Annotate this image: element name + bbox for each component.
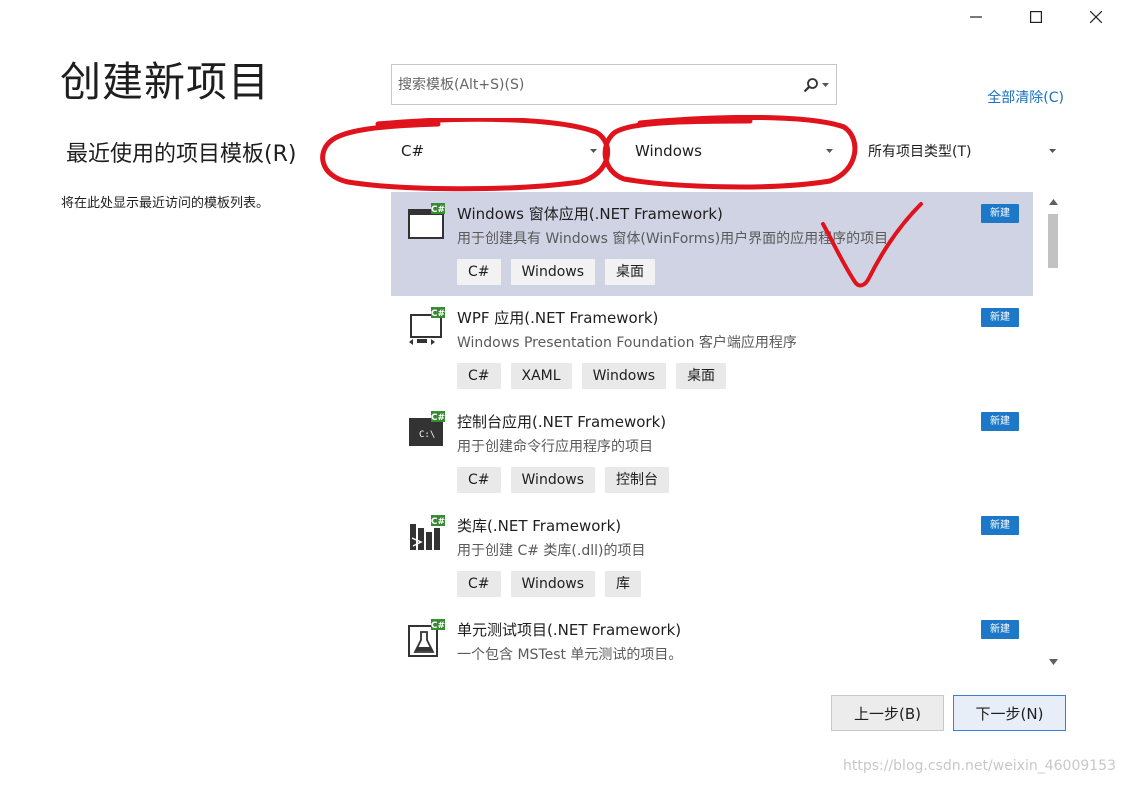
template-list[interactable]: C# Windows 窗体应用(.NET Framework) 用于创建具有 W…: [391, 192, 1033, 672]
template-tags: C# Windows 库: [457, 571, 1033, 597]
back-button[interactable]: 上一步(B): [831, 695, 944, 731]
recent-templates-heading: 最近使用的项目模板(R): [66, 142, 297, 167]
tag: XAML: [510, 363, 572, 389]
template-description: 用于创建 C# 类库(.dll)的项目: [457, 543, 646, 559]
search-options[interactable]: [796, 77, 836, 93]
watermark: https://blog.csdn.net/weixin_46009153: [842, 758, 1116, 774]
template-item-unit-test[interactable]: C# 单元测试项目(.NET Framework) 一个包含 MSTest 单元…: [391, 608, 1033, 672]
tag: 控制台: [605, 467, 670, 493]
winforms-app-icon: C#: [408, 203, 445, 239]
platform-filter-dropdown[interactable]: Windows: [625, 131, 843, 171]
tag: 库: [605, 571, 642, 597]
chevron-down-icon: [822, 82, 829, 87]
template-item-wpf[interactable]: C# WPF 应用(.NET Framework) Windows Presen…: [391, 296, 1033, 400]
chevron-down-icon: [589, 149, 597, 153]
svg-text:C#: C#: [431, 205, 445, 215]
scroll-down-button[interactable]: [1044, 654, 1062, 670]
svg-text:C#: C#: [431, 413, 445, 423]
svg-text:C#: C#: [431, 517, 445, 527]
template-description: Windows Presentation Foundation 客户端应用程序: [457, 335, 797, 351]
template-item-winforms[interactable]: C# Windows 窗体应用(.NET Framework) 用于创建具有 W…: [391, 192, 1033, 296]
chevron-down-icon: [825, 149, 833, 153]
template-description: 一个包含 MSTest 单元测试的项目。: [457, 647, 683, 663]
recent-templates-empty-text: 将在此处显示最近访问的模板列表。: [61, 196, 270, 211]
tag: 桌面: [605, 259, 656, 285]
platform-filter-value: Windows: [635, 142, 702, 160]
tag: Windows: [510, 571, 596, 597]
search-input[interactable]: [392, 65, 796, 104]
template-tags: C# XAML Windows 桌面: [457, 363, 1033, 389]
template-title: 控制台应用(.NET Framework): [457, 413, 667, 431]
unit-test-icon: C#: [408, 619, 445, 657]
svg-text:C:\: C:\: [419, 430, 435, 440]
template-description: 用于创建具有 Windows 窗体(WinForms)用户界面的应用程序的项目: [457, 231, 889, 247]
close-button[interactable]: [1066, 0, 1126, 34]
minimize-button[interactable]: [946, 0, 1006, 34]
tag: Windows: [510, 467, 596, 493]
tag: Windows: [510, 259, 596, 285]
new-badge: 新建: [981, 620, 1019, 639]
project-type-filter-value: 所有项目类型(T): [868, 144, 972, 160]
minimize-icon: [970, 16, 982, 18]
template-tags: C# Windows 桌面: [457, 259, 1033, 285]
template-item-console[interactable]: C:\ C# 控制台应用(.NET Framework) 用于创建命令行应用程序…: [391, 400, 1033, 504]
tag: 桌面: [676, 363, 727, 389]
language-filter-dropdown[interactable]: C#: [391, 131, 607, 171]
maximize-button[interactable]: [1006, 0, 1066, 34]
console-app-icon: C:\ C#: [409, 411, 445, 446]
project-type-filter-dropdown[interactable]: 所有项目类型(T): [858, 131, 1066, 171]
wpf-app-icon: C#: [409, 307, 445, 345]
template-title: 类库(.NET Framework): [457, 517, 622, 535]
tag: Windows: [581, 363, 667, 389]
template-description: 用于创建命令行应用程序的项目: [457, 439, 653, 455]
template-item-class-library[interactable]: C# 类库(.NET Framework) 用于创建 C# 类库(.dll)的项…: [391, 504, 1033, 608]
tag: C#: [457, 259, 501, 285]
svg-text:C#: C#: [431, 621, 445, 631]
new-badge: 新建: [981, 412, 1019, 431]
svg-text:C#: C#: [431, 309, 445, 319]
template-title: WPF 应用(.NET Framework): [457, 309, 659, 327]
close-icon: [1090, 11, 1102, 23]
template-title: Windows 窗体应用(.NET Framework): [457, 205, 723, 223]
tag: C#: [457, 467, 501, 493]
scroll-thumb[interactable]: [1048, 214, 1058, 268]
template-tags: C# Windows 控制台: [457, 467, 1033, 493]
new-badge: 新建: [981, 516, 1019, 535]
new-badge: 新建: [981, 204, 1019, 223]
clear-all-link[interactable]: 全部清除(C): [987, 87, 1064, 107]
chevron-up-icon: [1048, 199, 1058, 205]
tag: C#: [457, 571, 501, 597]
class-library-icon: C#: [410, 515, 445, 550]
template-title: 单元测试项目(.NET Framework): [457, 621, 682, 639]
scroll-up-button[interactable]: [1044, 194, 1062, 210]
language-filter-value: C#: [401, 142, 425, 160]
chevron-down-icon: [1048, 659, 1058, 665]
chevron-down-icon: [1048, 149, 1056, 153]
next-button[interactable]: 下一步(N): [953, 695, 1066, 731]
search-icon: [803, 77, 818, 92]
tag: C#: [457, 363, 501, 389]
maximize-icon: [1030, 11, 1042, 23]
page-title: 创建新项目: [60, 58, 270, 106]
search-box[interactable]: [391, 64, 837, 105]
new-badge: 新建: [981, 308, 1019, 327]
window-controls: [946, 0, 1126, 34]
template-list-scrollbar[interactable]: [1044, 194, 1062, 670]
